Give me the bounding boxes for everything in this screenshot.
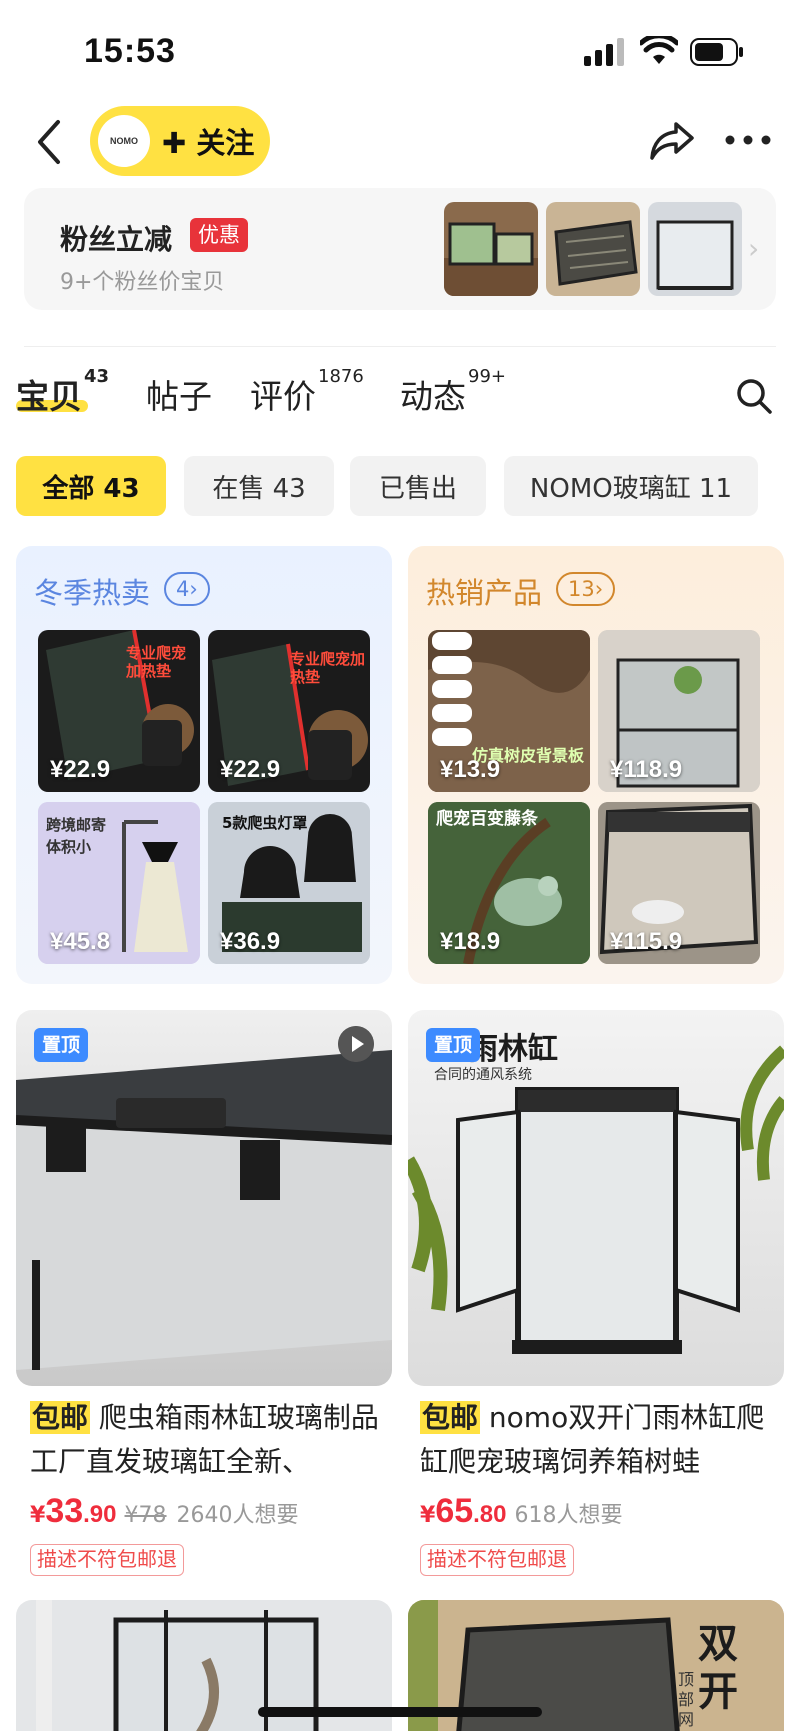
tab-posts[interactable]: 帖子 — [146, 370, 212, 418]
promo-winter-hot[interactable]: 冬季热卖 4› 专业爬宠加热垫 ¥22.9 专业爬宠加热垫 ¥22.9 跨境邮寄… — [16, 546, 392, 984]
promo-tile[interactable]: 爬宠百变藤条 ¥18.9 — [428, 802, 590, 964]
tab-updates[interactable]: 动态99+ — [400, 366, 506, 418]
tab-items[interactable]: 宝贝43 — [16, 366, 109, 418]
fans-product-thumb[interactable] — [648, 202, 742, 296]
status-time: 15:53 — [84, 32, 176, 70]
more-icon[interactable] — [724, 128, 772, 152]
want-count: 618人想要 — [514, 1503, 623, 1528]
follow-button[interactable]: NOMO ✚ 关注 — [90, 106, 270, 176]
fans-title: 粉丝立减 — [60, 223, 173, 256]
tile-label: 跨境邮寄 体积小 — [46, 816, 107, 856]
home-indicator[interactable] — [258, 1707, 542, 1717]
tile-price: ¥45.8 — [50, 928, 111, 955]
tile-price: ¥118.9 — [610, 756, 683, 783]
promo-tile[interactable]: 仿真树皮背景板 ¥13.9 — [428, 630, 590, 792]
tile-price: ¥22.9 — [50, 756, 111, 783]
tile-label: 5款爬虫灯罩 — [222, 814, 308, 832]
divider — [24, 346, 776, 347]
search-icon[interactable] — [734, 376, 774, 416]
discount-badge: 优惠 — [190, 218, 248, 252]
share-icon[interactable] — [648, 118, 696, 164]
product-overlay-title: 双开 — [698, 1621, 738, 1715]
product-price: ¥65.80 618人想要 — [420, 1492, 623, 1530]
fans-product-thumb[interactable] — [444, 202, 538, 296]
product-image[interactable]: 置顶 — [16, 1010, 392, 1386]
original-price: ¥78 — [124, 1503, 167, 1528]
promo-tile[interactable]: 跨境邮寄 体积小 ¥45.8 — [38, 802, 200, 964]
wifi-icon — [640, 36, 678, 64]
filter-nomo-tank[interactable]: NOMO玻璃缸 11 — [504, 456, 758, 516]
product-image[interactable]: 雨林缸 合同的通风系统 置顶 — [408, 1010, 784, 1386]
promo-hot-sales[interactable]: 热销产品 13› 仿真树皮背景板 ¥13.9 ¥118.9 爬宠百变藤条 ¥18… — [408, 546, 784, 984]
free-shipping-tag: 包邮 — [30, 1401, 91, 1434]
tile-price: ¥13.9 — [440, 756, 501, 783]
return-guarantee-tag: 描述不符包邮退 — [30, 1544, 184, 1576]
filter-sold[interactable]: 已售出 — [350, 456, 486, 516]
tile-label: 专业爬宠加热垫 — [126, 644, 187, 680]
product-overlay-subtitle: 合同的通风系统 — [434, 1067, 532, 1083]
back-icon[interactable] — [32, 116, 68, 168]
promo-tile[interactable]: 专业爬宠加热垫 ¥22.9 — [38, 630, 200, 792]
chevron-right-icon: › — [189, 577, 198, 601]
product-overlay-title: 雨林缸 — [468, 1032, 558, 1067]
promo-tile[interactable]: 5款爬虫灯罩 ¥36.9 — [208, 802, 370, 964]
pinned-badge: 置顶 — [426, 1028, 481, 1062]
tile-label: 爬宠百变藤条 — [436, 809, 538, 829]
want-count: 2640人想要 — [176, 1503, 299, 1528]
chevron-right-icon: › — [594, 577, 604, 601]
status-bar: 15:53 — [0, 0, 800, 100]
pinned-badge: 置顶 — [34, 1028, 89, 1062]
promo-tile[interactable]: ¥115.9 — [598, 802, 760, 964]
battery-icon — [690, 38, 743, 66]
return-guarantee-tag: 描述不符包邮退 — [420, 1544, 574, 1576]
product-title[interactable]: 包邮 nomo双开门雨林缸爬缸爬宠玻璃饲养箱树蛙 — [420, 1396, 780, 1484]
product-price: ¥33.90 ¥78 2640人想要 — [30, 1492, 299, 1530]
play-video-icon[interactable] — [338, 1026, 374, 1062]
fans-subtitle: 9+个粉丝价宝贝 — [60, 270, 225, 295]
shop-avatar[interactable]: NOMO — [98, 115, 150, 167]
chevron-right-icon[interactable]: › — [748, 232, 759, 265]
fans-product-thumb[interactable] — [546, 202, 640, 296]
tile-price: ¥18.9 — [440, 928, 501, 955]
promo-tile[interactable]: 专业爬宠加热垫 ¥22.9 — [208, 630, 370, 792]
promo-title: 冬季热卖 — [34, 576, 151, 610]
promo-count[interactable]: 13› — [556, 572, 616, 606]
tab-reviews[interactable]: 评价1876 — [250, 366, 364, 418]
filter-on-sale[interactable]: 在售 43 — [184, 456, 334, 516]
filter-all[interactable]: 全部 43 — [16, 456, 166, 516]
signal-icon — [584, 38, 624, 66]
promo-tile[interactable]: ¥118.9 — [598, 630, 760, 792]
product-overlay-subtitle: 顶部网 — [678, 1670, 695, 1729]
tile-price: ¥22.9 — [220, 756, 281, 783]
tile-price: ¥36.9 — [220, 928, 281, 955]
free-shipping-tag: 包邮 — [420, 1401, 481, 1434]
promo-title: 热销产品 — [426, 576, 543, 610]
product-title[interactable]: 包邮 爬虫箱雨林缸玻璃制品工厂直发玻璃缸全新、 — [30, 1396, 390, 1484]
follow-label: ✚ 关注 — [162, 126, 255, 160]
promo-count[interactable]: 4› — [164, 572, 210, 606]
tile-price: ¥115.9 — [610, 928, 683, 955]
tile-label: 专业爬宠加热垫 — [290, 650, 366, 686]
fans-discount-card[interactable]: 粉丝立减 优惠 9+个粉丝价宝贝 › — [24, 188, 776, 310]
